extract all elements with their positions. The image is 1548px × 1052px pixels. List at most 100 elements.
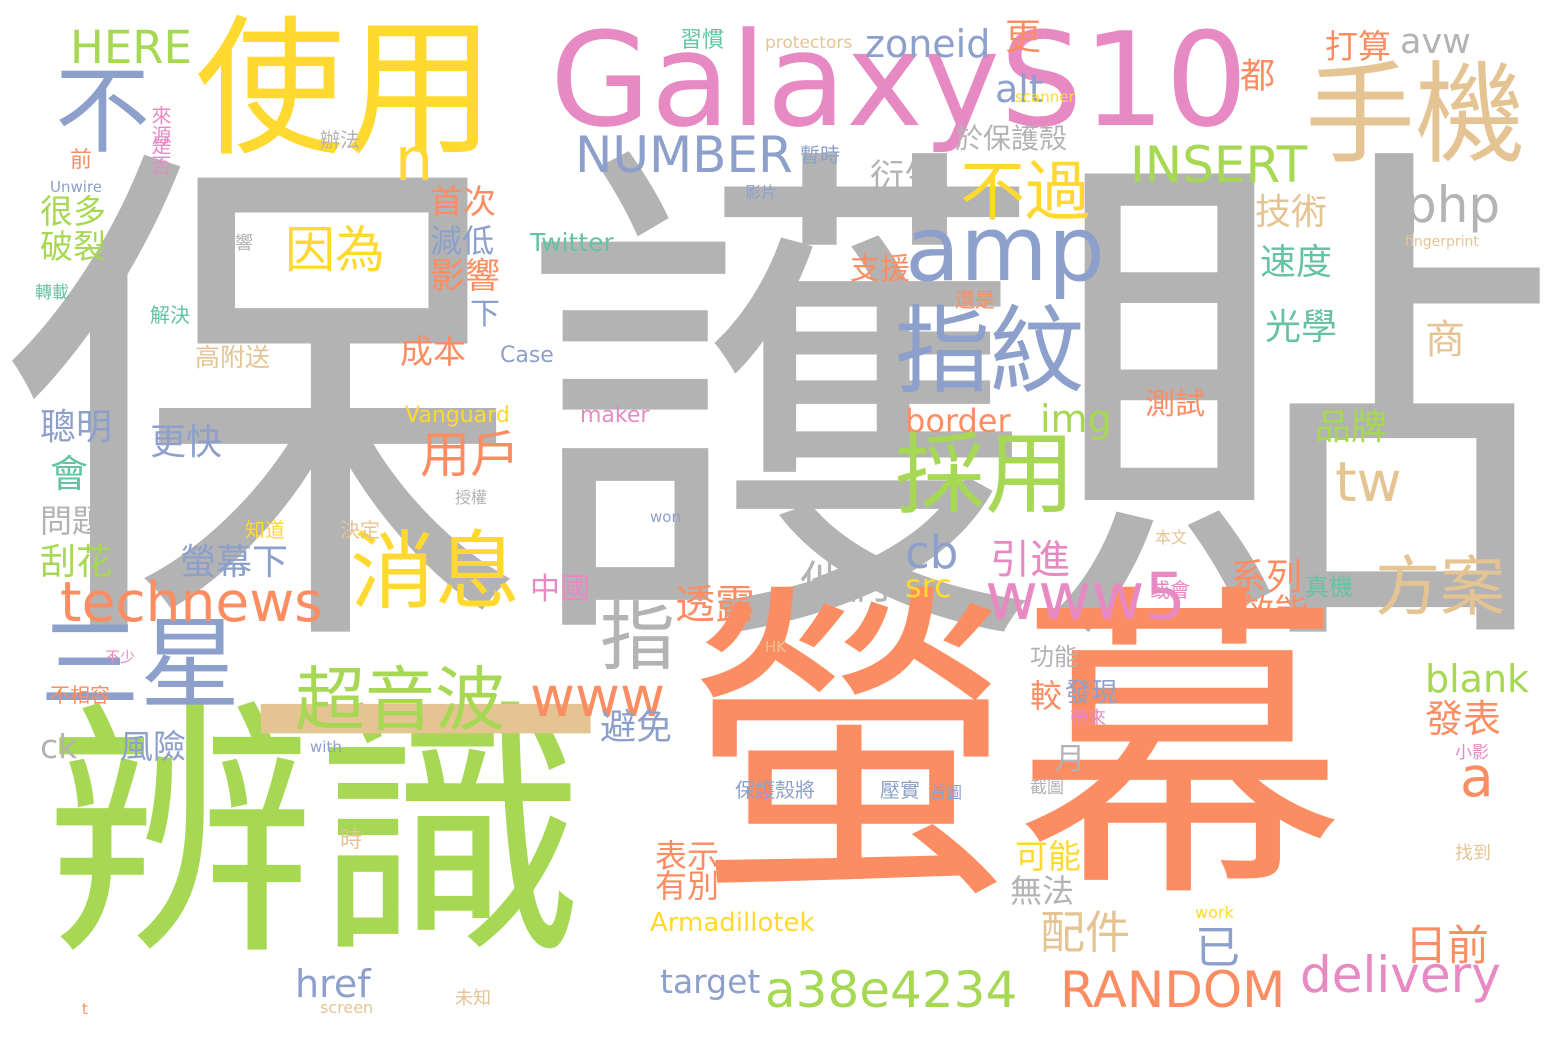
cloud-word: technews	[60, 570, 323, 634]
cloud-word: Armadillotek	[650, 908, 815, 938]
cloud-word: 已	[1195, 921, 1241, 974]
cloud-word: 發現	[1065, 678, 1118, 708]
cloud-word: 手機	[1305, 51, 1525, 179]
cloud-word: 決定	[340, 518, 380, 542]
word-cloud: 保護貼 螢幕 辨識 使用 Galaxy S10 手機不 amp 指紋 採用 三星 消息一指超音波 tec…	[0, 0, 1548, 1052]
cloud-word: 超音波	[295, 659, 505, 741]
cloud-word: 保護殼將	[735, 778, 815, 802]
cloud-word: 是否	[148, 135, 172, 175]
cloud-word: RANDOM	[1060, 961, 1286, 1019]
cloud-word: 更快	[150, 422, 223, 463]
cloud-word: 或會	[1150, 578, 1190, 602]
cloud-word: 螢幕下	[180, 542, 289, 583]
cloud-word: 採用	[895, 422, 1075, 527]
cloud-word: 因為	[285, 221, 385, 279]
cloud-word: 聰明	[40, 407, 113, 448]
cloud-word: NUMBER	[575, 126, 793, 184]
cloud-word: 本文	[1155, 528, 1188, 547]
cloud-word: 風險	[120, 727, 186, 766]
cloud-word: INSERT	[1130, 136, 1308, 194]
cloud-word: 指紋	[895, 297, 1086, 407]
cloud-word: 品牌	[1315, 407, 1388, 448]
cloud-word: 測試	[1145, 387, 1205, 422]
cloud-word: 更	[1005, 17, 1042, 58]
cloud-word: 問題	[40, 502, 105, 540]
cloud-word: 衍生	[870, 157, 938, 197]
cloud-word: 功能	[1030, 643, 1078, 671]
cloud-word: 都	[1240, 57, 1276, 97]
cloud-word: zoneid	[865, 22, 991, 66]
cloud-word: 很多	[40, 192, 106, 231]
cloud-word: 授權	[455, 488, 488, 507]
cloud-word: 截圖	[1030, 778, 1064, 798]
cloud-word: 日前	[1405, 921, 1490, 970]
cloud-word: 解決	[150, 303, 190, 327]
cloud-word: tw	[1335, 450, 1402, 514]
cloud-word: 無法	[1010, 872, 1075, 910]
cloud-word: 技術	[1255, 192, 1328, 233]
cloud-word: 影片	[745, 183, 778, 202]
cloud-word: 不	[55, 57, 151, 167]
cloud-word: 首次	[430, 182, 496, 221]
cloud-word: 轉載	[35, 283, 69, 303]
cloud-word: 影響	[430, 257, 501, 297]
cloud-word: t	[82, 1000, 88, 1018]
cloud-word: php	[1405, 176, 1501, 234]
cloud-word: src	[905, 567, 952, 605]
cloud-word: 打算	[1325, 27, 1391, 66]
cloud-word: 減低	[430, 222, 495, 260]
cloud-word: 發表	[1425, 697, 1502, 741]
cloud-word: 可能	[1015, 837, 1081, 876]
cloud-word: 真機	[1305, 573, 1353, 601]
cloud-word: 下	[470, 297, 500, 332]
cloud-word: 中國	[530, 572, 590, 607]
cloud-word: 還是	[955, 288, 995, 312]
cloud-word: Twitter	[530, 228, 614, 257]
cloud-word: 方案	[1375, 550, 1506, 625]
cloud-word: 他們	[800, 556, 891, 609]
cloud-word: HK	[765, 638, 787, 656]
cloud-word: won	[650, 508, 681, 526]
cloud-word: 速度	[1260, 242, 1333, 283]
cloud-word: img	[1040, 397, 1112, 441]
cloud-word: ck	[40, 727, 78, 766]
cloud-word: n	[395, 125, 434, 195]
cloud-word: Unwire	[50, 178, 102, 196]
cloud-word: fingerprint	[1405, 234, 1479, 250]
cloud-word: maker	[580, 403, 650, 428]
cloud-word: 商	[1425, 317, 1465, 363]
cloud-word: 習慣	[680, 28, 725, 53]
cloud-word: 刮花	[40, 542, 113, 583]
cloud-word: 不少	[105, 648, 136, 666]
cloud-word: 響	[235, 233, 253, 254]
cloud-word: 於保護殼	[955, 122, 1068, 155]
cloud-word: 避免	[600, 707, 673, 748]
cloud-word: 壓實	[880, 778, 920, 802]
cloud-word: blank	[1425, 657, 1530, 701]
cloud-word: scanner	[1015, 88, 1075, 106]
cloud-word: border	[905, 402, 1011, 440]
cloud-word: 透露	[675, 582, 755, 628]
cloud-word: Case	[500, 343, 554, 368]
cloud-word: 用戶	[420, 426, 520, 484]
cloud-word: 辦法	[320, 128, 360, 152]
cloud-word: 暫時	[800, 143, 840, 167]
cloud-word: HERE	[70, 21, 192, 74]
cloud-word: 較	[1030, 677, 1063, 715]
cloud-word: target	[660, 962, 761, 1001]
cloud-word: screen	[320, 998, 374, 1017]
cloud-word: 時	[340, 828, 363, 853]
cloud-word: a38e4234	[765, 961, 1018, 1019]
cloud-word: 不相容	[50, 683, 110, 707]
cloud-word: 光學	[1265, 307, 1338, 348]
cloud-word: 未知	[455, 988, 491, 1009]
cloud-word: 會	[50, 452, 89, 496]
cloud-word: 破裂	[40, 227, 106, 266]
cloud-word: 支援	[850, 252, 910, 287]
cloud-word: avw	[1400, 22, 1471, 62]
cloud-word: 不過	[960, 155, 1091, 230]
cloud-word: with	[310, 738, 342, 756]
cloud-word: 小影	[1455, 743, 1489, 763]
cloud-word: 效能	[1240, 592, 1308, 632]
cloud-word: 前	[70, 148, 93, 173]
